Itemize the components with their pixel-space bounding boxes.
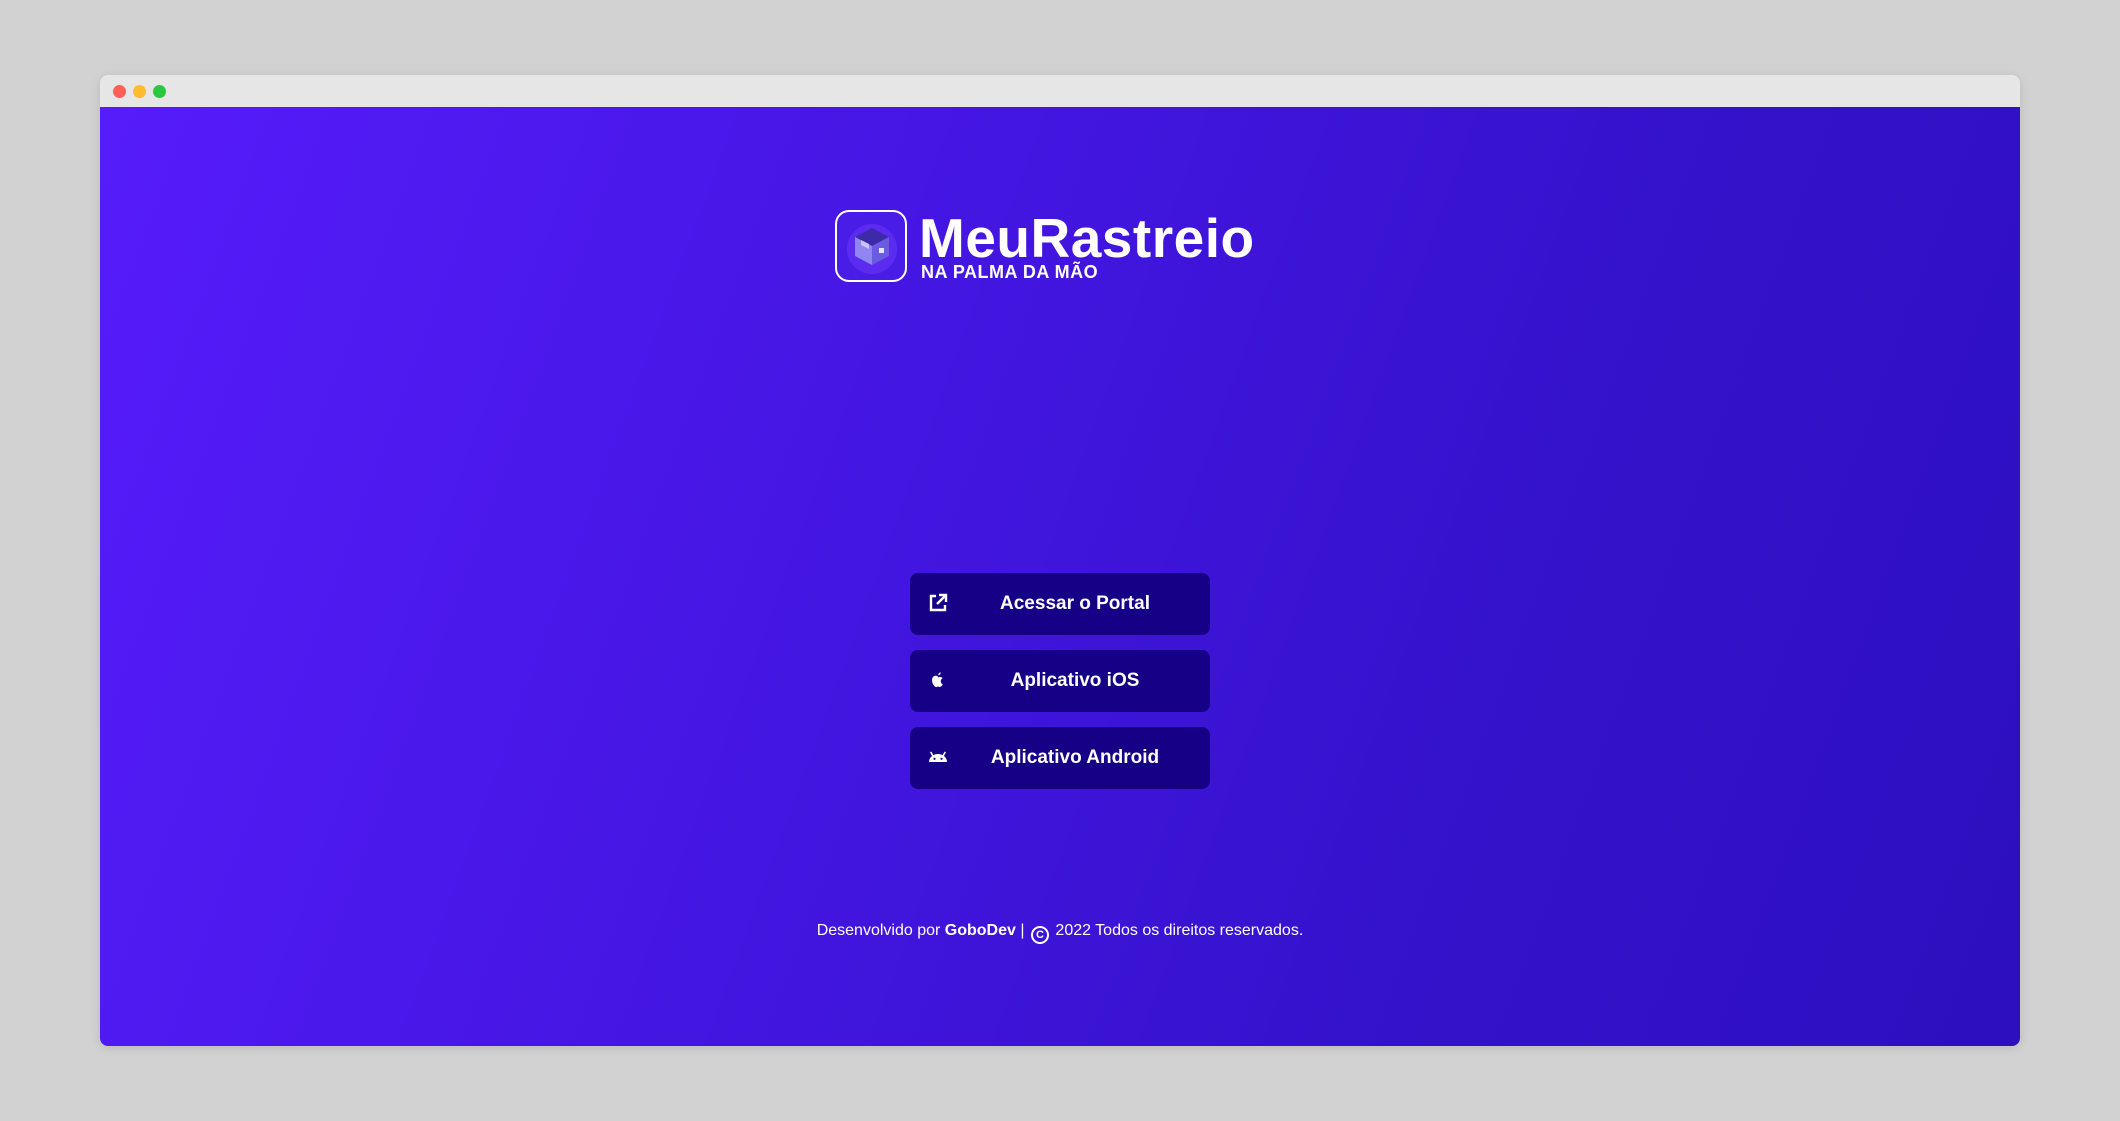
footer-separator: | xyxy=(1020,922,1025,939)
access-portal-button[interactable]: Acessar o Portal xyxy=(910,573,1210,635)
minimize-window-button[interactable] xyxy=(133,85,146,98)
android-app-label: Aplicativo Android xyxy=(990,747,1160,768)
close-window-button[interactable] xyxy=(113,85,126,98)
maximize-window-button[interactable] xyxy=(153,85,166,98)
browser-window: MeuRastreio NA PALMA DA MÃO Acessar o Po… xyxy=(100,75,2020,1046)
copyright-icon: C xyxy=(1030,926,1049,944)
window-titlebar xyxy=(100,75,2020,107)
ios-app-button[interactable]: Aplicativo iOS xyxy=(910,650,1210,712)
page-content: MeuRastreio NA PALMA DA MÃO Acessar o Po… xyxy=(100,107,2020,1046)
logo-title: MeuRastreio xyxy=(919,207,1255,269)
package-cube-icon xyxy=(835,210,907,282)
footer-copyright-text: 2022 Todos os direitos reservados. xyxy=(1055,922,1304,939)
ios-app-label: Aplicativo iOS xyxy=(1010,670,1140,691)
android-app-button[interactable]: Aplicativo Android xyxy=(910,727,1210,789)
external-link-icon xyxy=(929,593,948,612)
logo-subtitle: NA PALMA DA MÃO xyxy=(921,262,1099,282)
footer: Desenvolvido por GoboDev | C 2022 Todos … xyxy=(100,922,2020,944)
apple-icon xyxy=(931,672,943,688)
access-portal-label: Acessar o Portal xyxy=(1000,593,1150,614)
footer-brand-link[interactable]: GoboDev xyxy=(945,922,1016,939)
footer-prefix: Desenvolvido por xyxy=(816,922,941,939)
android-icon xyxy=(929,751,947,762)
app-logo: MeuRastreio NA PALMA DA MÃO xyxy=(835,207,1295,290)
